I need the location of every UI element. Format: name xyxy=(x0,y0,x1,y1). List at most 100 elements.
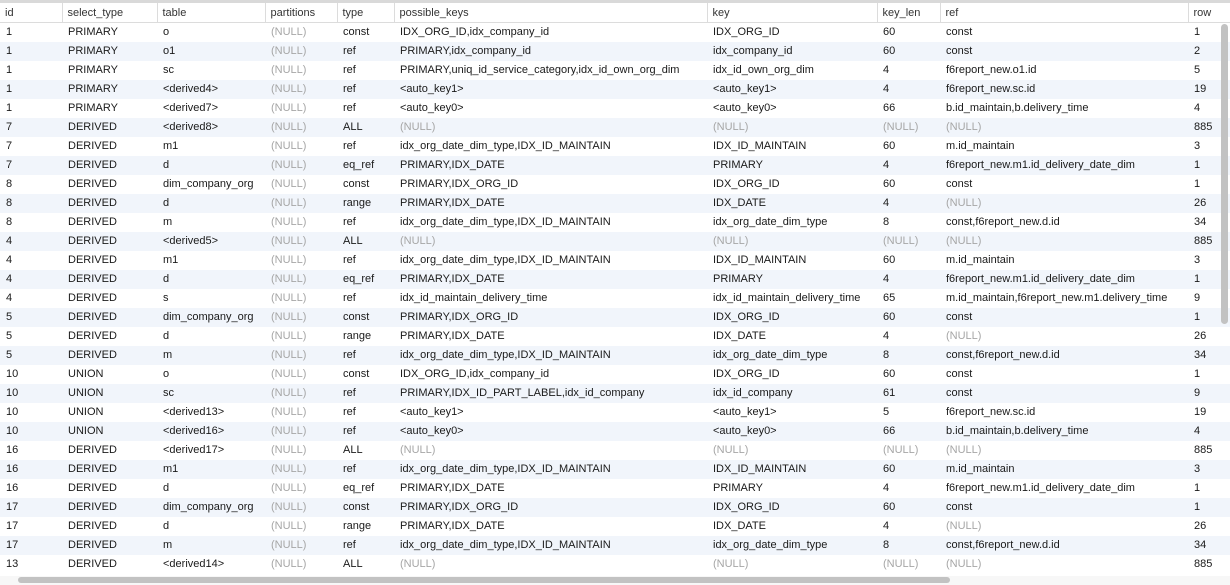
cell-ref[interactable]: m.id_maintain xyxy=(940,460,1188,479)
cell-ref[interactable]: f6report_new.m1.id_delivery_date_dim xyxy=(940,156,1188,175)
cell-id[interactable]: 13 xyxy=(0,555,62,574)
cell-key-len[interactable]: 5 xyxy=(877,403,940,422)
cell-key[interactable]: <auto_key1> xyxy=(707,80,877,99)
cell-select-type[interactable]: DERIVED xyxy=(62,156,157,175)
cell-ref[interactable]: (NULL) xyxy=(940,327,1188,346)
column-header-select-type[interactable]: select_type xyxy=(62,3,158,23)
table-row[interactable]: 10 UNION sc (NULL) ref PRIMARY,IDX_ID_PART_LA… xyxy=(0,384,1230,403)
cell-key[interactable]: IDX_DATE xyxy=(707,194,877,213)
cell-partitions[interactable]: (NULL) xyxy=(265,327,337,346)
cell-row[interactable]: 34 xyxy=(1188,536,1230,555)
cell-select-type[interactable]: PRIMARY xyxy=(62,61,157,80)
cell-id[interactable]: 5 xyxy=(0,327,62,346)
cell-key-len[interactable]: 8 xyxy=(877,536,940,555)
cell-type[interactable]: ref xyxy=(337,422,394,441)
cell-key-len[interactable]: 8 xyxy=(877,213,940,232)
cell-key-len[interactable]: 8 xyxy=(877,346,940,365)
cell-ref[interactable]: const,f6report_new.d.id xyxy=(940,536,1188,555)
cell-type[interactable]: ref xyxy=(337,536,394,555)
cell-id[interactable]: 8 xyxy=(0,194,62,213)
cell-possible-keys[interactable]: <auto_key1> xyxy=(394,80,707,99)
cell-id[interactable]: 10 xyxy=(0,422,62,441)
cell-key-len[interactable]: 60 xyxy=(877,137,940,156)
table-row[interactable]: 13 DERIVED <derived14> (NULL) ALL (NULL) (NULL… xyxy=(0,555,1230,574)
cell-key-len[interactable]: (NULL) xyxy=(877,232,940,251)
cell-id[interactable]: 17 xyxy=(0,498,62,517)
cell-type[interactable]: const xyxy=(337,308,394,327)
cell-table[interactable]: m xyxy=(157,536,265,555)
cell-select-type[interactable]: DERIVED xyxy=(62,308,157,327)
horizontal-scrollbar[interactable] xyxy=(18,577,950,583)
cell-key[interactable]: idx_company_id xyxy=(707,42,877,61)
cell-table[interactable]: m1 xyxy=(157,460,265,479)
cell-ref[interactable]: m.id_maintain xyxy=(940,251,1188,270)
cell-id[interactable]: 8 xyxy=(0,213,62,232)
cell-possible-keys[interactable]: IDX_ORG_ID,idx_company_id xyxy=(394,22,707,42)
table-row[interactable]: 10 UNION <derived16> (NULL) ref <auto_key0> <a… xyxy=(0,422,1230,441)
column-header-key[interactable]: key xyxy=(707,3,878,23)
cell-select-type[interactable]: DERIVED xyxy=(62,498,157,517)
table-row[interactable]: 16 DERIVED <derived17> (NULL) ALL (NULL) (NULL… xyxy=(0,441,1230,460)
cell-ref[interactable]: (NULL) xyxy=(940,118,1188,137)
cell-id[interactable]: 7 xyxy=(0,156,62,175)
table-row[interactable]: 10 UNION <derived13> (NULL) ref <auto_key1> <a… xyxy=(0,403,1230,422)
table-row[interactable]: 1 PRIMARY sc (NULL) ref PRIMARY,uniq_id_servi… xyxy=(0,61,1230,80)
table-row[interactable]: 5 DERIVED m (NULL) ref idx_org_date_dim_type,… xyxy=(0,346,1230,365)
cell-key[interactable]: (NULL) xyxy=(707,232,877,251)
cell-table[interactable]: m xyxy=(157,346,265,365)
cell-table[interactable]: <derived5> xyxy=(157,232,265,251)
table-row[interactable]: 5 DERIVED dim_company_org (NULL) const PRIMAR… xyxy=(0,308,1230,327)
cell-key[interactable]: IDX_ORG_ID xyxy=(707,365,877,384)
cell-table[interactable]: sc xyxy=(157,61,265,80)
cell-possible-keys[interactable]: idx_org_date_dim_type,IDX_ID_MAINTAIN xyxy=(394,251,707,270)
table-row[interactable]: 5 DERIVED d (NULL) range PRIMARY,IDX_DATE IDX_… xyxy=(0,327,1230,346)
cell-table[interactable]: m xyxy=(157,213,265,232)
cell-type[interactable]: ref xyxy=(337,99,394,118)
cell-key[interactable]: <auto_key0> xyxy=(707,422,877,441)
cell-select-type[interactable]: PRIMARY xyxy=(62,22,157,42)
cell-table[interactable]: <derived8> xyxy=(157,118,265,137)
cell-ref[interactable]: f6report_new.m1.id_delivery_date_dim xyxy=(940,479,1188,498)
cell-table[interactable]: sc xyxy=(157,384,265,403)
cell-ref[interactable]: const xyxy=(940,498,1188,517)
cell-ref[interactable]: f6report_new.o1.id xyxy=(940,61,1188,80)
cell-key-len[interactable]: 4 xyxy=(877,479,940,498)
cell-partitions[interactable]: (NULL) xyxy=(265,251,337,270)
cell-type[interactable]: ref xyxy=(337,137,394,156)
cell-table[interactable]: d xyxy=(157,194,265,213)
cell-select-type[interactable]: UNION xyxy=(62,384,157,403)
cell-key-len[interactable]: 60 xyxy=(877,498,940,517)
cell-table[interactable]: <derived13> xyxy=(157,403,265,422)
cell-table[interactable]: d xyxy=(157,479,265,498)
cell-ref[interactable]: f6report_new.m1.id_delivery_date_dim xyxy=(940,270,1188,289)
cell-partitions[interactable]: (NULL) xyxy=(265,441,337,460)
cell-ref[interactable]: const,f6report_new.d.id xyxy=(940,213,1188,232)
cell-key[interactable]: IDX_ID_MAINTAIN xyxy=(707,137,877,156)
column-header-ref[interactable]: ref xyxy=(940,3,1189,23)
cell-partitions[interactable]: (NULL) xyxy=(265,403,337,422)
cell-type[interactable]: ref xyxy=(337,384,394,403)
cell-select-type[interactable]: DERIVED xyxy=(62,213,157,232)
cell-type[interactable]: const xyxy=(337,365,394,384)
cell-table[interactable]: s xyxy=(157,289,265,308)
cell-id[interactable]: 1 xyxy=(0,22,62,42)
cell-partitions[interactable]: (NULL) xyxy=(265,384,337,403)
cell-partitions[interactable]: (NULL) xyxy=(265,536,337,555)
cell-partitions[interactable]: (NULL) xyxy=(265,156,337,175)
cell-partitions[interactable]: (NULL) xyxy=(265,175,337,194)
cell-table[interactable]: <derived14> xyxy=(157,555,265,574)
cell-key-len[interactable]: 66 xyxy=(877,422,940,441)
cell-id[interactable]: 8 xyxy=(0,175,62,194)
cell-type[interactable]: ALL xyxy=(337,118,394,137)
column-header-table[interactable]: table xyxy=(157,3,266,23)
cell-select-type[interactable]: DERIVED xyxy=(62,270,157,289)
cell-select-type[interactable]: DERIVED xyxy=(62,137,157,156)
table-row[interactable]: 8 DERIVED d (NULL) range PRIMARY,IDX_DATE IDX_… xyxy=(0,194,1230,213)
cell-possible-keys[interactable]: idx_org_date_dim_type,IDX_ID_MAINTAIN xyxy=(394,213,707,232)
cell-id[interactable]: 17 xyxy=(0,517,62,536)
cell-key-len[interactable]: (NULL) xyxy=(877,441,940,460)
cell-possible-keys[interactable]: IDX_ORG_ID,idx_company_id xyxy=(394,365,707,384)
cell-row[interactable]: 26 xyxy=(1188,327,1230,346)
cell-partitions[interactable]: (NULL) xyxy=(265,99,337,118)
cell-partitions[interactable]: (NULL) xyxy=(265,22,337,42)
